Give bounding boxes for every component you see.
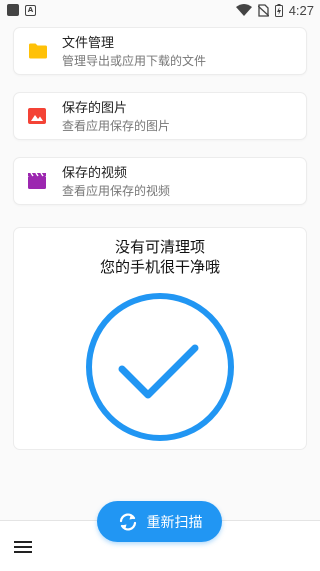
app-icon: [7, 4, 19, 16]
status-bar: A 4:27: [0, 0, 320, 20]
clean-status-card: 没有可清理项 您的手机很干净哦: [13, 227, 307, 450]
card-title: 保存的视频: [62, 166, 128, 181]
saved-videos-card[interactable]: 保存的视频 查看应用保存的视频: [13, 157, 307, 205]
no-sim-icon: [257, 3, 269, 17]
menu-icon[interactable]: [14, 541, 34, 555]
image-icon: [28, 108, 46, 124]
wifi-icon: [235, 4, 252, 16]
battery-charging-icon: [274, 3, 283, 17]
card-subtitle: 查看应用保存的视频: [62, 184, 171, 198]
file-manager-card[interactable]: 文件管理 管理导出或应用下载的文件: [13, 27, 307, 75]
card-title: 保存的图片: [62, 101, 128, 116]
clean-status-line2: 您的手机很干净哦: [99, 258, 220, 276]
card-title: 文件管理: [62, 36, 115, 51]
rescan-button[interactable]: 重新扫描: [97, 501, 222, 542]
a-notification-icon: A: [25, 4, 36, 16]
status-time: 4:27: [288, 2, 314, 18]
card-subtitle: 管理导出或应用下载的文件: [62, 54, 207, 68]
card-subtitle: 查看应用保存的图片: [62, 119, 171, 133]
refresh-icon: [119, 512, 136, 531]
saved-images-card[interactable]: 保存的图片 查看应用保存的图片: [13, 92, 307, 140]
rescan-button-label: 重新扫描: [146, 514, 203, 531]
check-circle-icon: [86, 293, 234, 441]
clean-status-message: 没有可清理项 您的手机很干净哦: [14, 237, 306, 277]
movie-icon: [28, 173, 46, 189]
folder-icon: [29, 43, 47, 59]
clean-status-line1: 没有可清理项: [114, 238, 205, 256]
